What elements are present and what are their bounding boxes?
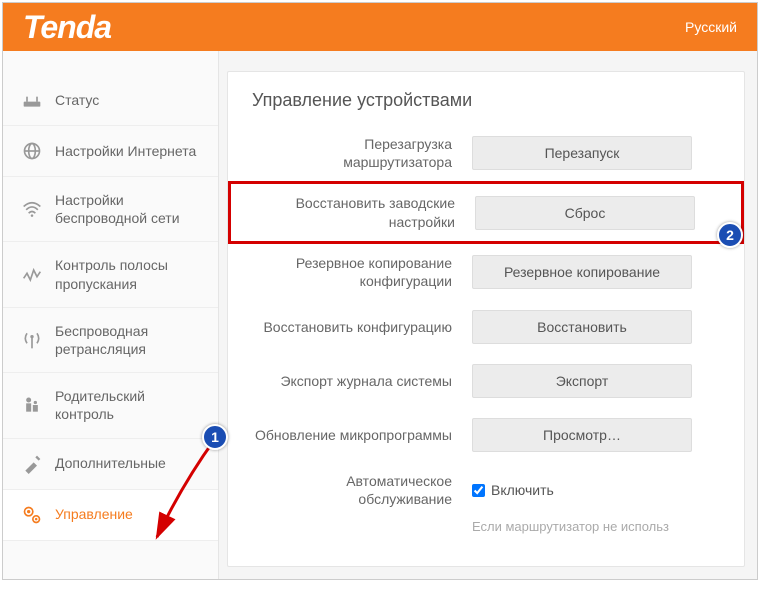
- sidebar-item-management[interactable]: Управление: [3, 490, 218, 541]
- export-button[interactable]: Экспорт: [472, 364, 692, 398]
- reboot-button[interactable]: Перезапуск: [472, 136, 692, 170]
- restore-button[interactable]: Восстановить: [472, 310, 692, 344]
- backup-button[interactable]: Резервное копирование: [472, 255, 692, 289]
- main-panel: Управление устройствами Перезагрузка мар…: [227, 71, 745, 567]
- row-reboot: Перезагрузка маршрутизатора Перезапуск: [228, 125, 744, 181]
- tools-icon: [21, 453, 43, 475]
- row-restore: Восстановить конфигурацию Восстановить: [228, 300, 744, 354]
- router-icon: [21, 89, 43, 111]
- browse-button[interactable]: Просмотр…: [472, 418, 692, 452]
- callout-1: 1: [202, 424, 228, 450]
- family-icon: [21, 394, 43, 416]
- sidebar-item-internet[interactable]: Настройки Интернета: [3, 126, 218, 177]
- sidebar-item-label: Дополнительные: [55, 454, 166, 472]
- callout-2: 2: [717, 222, 743, 248]
- row-firmware: Обновление микропрограммы Просмотр…: [228, 408, 744, 462]
- waves-icon: [21, 264, 43, 286]
- auto-maint-label: Включить: [491, 482, 554, 498]
- row-factory-reset: Восстановить заводские настройки Сброс: [228, 181, 744, 243]
- row-label: Восстановить конфигурацию: [252, 318, 472, 336]
- sidebar-item-bandwidth[interactable]: Контроль полосы пропускания: [3, 242, 218, 307]
- sidebar-item-label: Настройки беспроводной сети: [55, 191, 200, 227]
- antenna-icon: [21, 329, 43, 351]
- reset-button[interactable]: Сброс: [475, 196, 695, 230]
- sidebar-item-advanced[interactable]: Дополнительные: [3, 439, 218, 490]
- sidebar-item-parental[interactable]: Родительский контроль: [3, 373, 218, 438]
- wifi-icon: [21, 198, 43, 220]
- row-auto-maint: Автоматическое обслуживание Включить: [228, 462, 744, 518]
- globe-icon: [21, 140, 43, 162]
- row-label: Обновление микропрограммы: [252, 426, 472, 444]
- row-hint: Если маршрутизатор не использ: [228, 519, 744, 544]
- brand-logo: Tenda: [23, 9, 111, 46]
- sidebar-item-repeater[interactable]: Беспроводная ретрансляция: [3, 308, 218, 373]
- row-label: Перезагрузка маршрутизатора: [252, 135, 472, 171]
- language-selector[interactable]: Русский: [685, 19, 737, 35]
- row-label: Экспорт журнала системы: [252, 372, 472, 390]
- sidebar-item-status[interactable]: Статус: [3, 75, 218, 126]
- hint-text: Если маршрутизатор не использ: [472, 519, 720, 534]
- sidebar-item-label: Беспроводная ретрансляция: [55, 322, 200, 358]
- sidebar-item-label: Контроль полосы пропускания: [55, 256, 200, 292]
- row-label: Восстановить заводские настройки: [255, 194, 475, 230]
- sidebar-item-label: Родительский контроль: [55, 387, 200, 423]
- gear-icon: [21, 504, 43, 526]
- sidebar: Статус Настройки Интернета Настройки бес…: [3, 51, 219, 579]
- sidebar-item-wireless[interactable]: Настройки беспроводной сети: [3, 177, 218, 242]
- sidebar-item-label: Настройки Интернета: [55, 142, 196, 160]
- row-backup: Резервное копирование конфигурации Резер…: [228, 244, 744, 300]
- row-label: Автоматическое обслуживание: [252, 472, 472, 508]
- page-title: Управление устройствами: [228, 90, 744, 125]
- sidebar-item-label: Управление: [55, 505, 133, 523]
- auto-maint-checkbox[interactable]: [472, 484, 485, 497]
- header: Tenda Русский: [3, 3, 757, 51]
- row-label: Резервное копирование конфигурации: [252, 254, 472, 290]
- row-export-log: Экспорт журнала системы Экспорт: [228, 354, 744, 408]
- sidebar-item-label: Статус: [55, 91, 99, 109]
